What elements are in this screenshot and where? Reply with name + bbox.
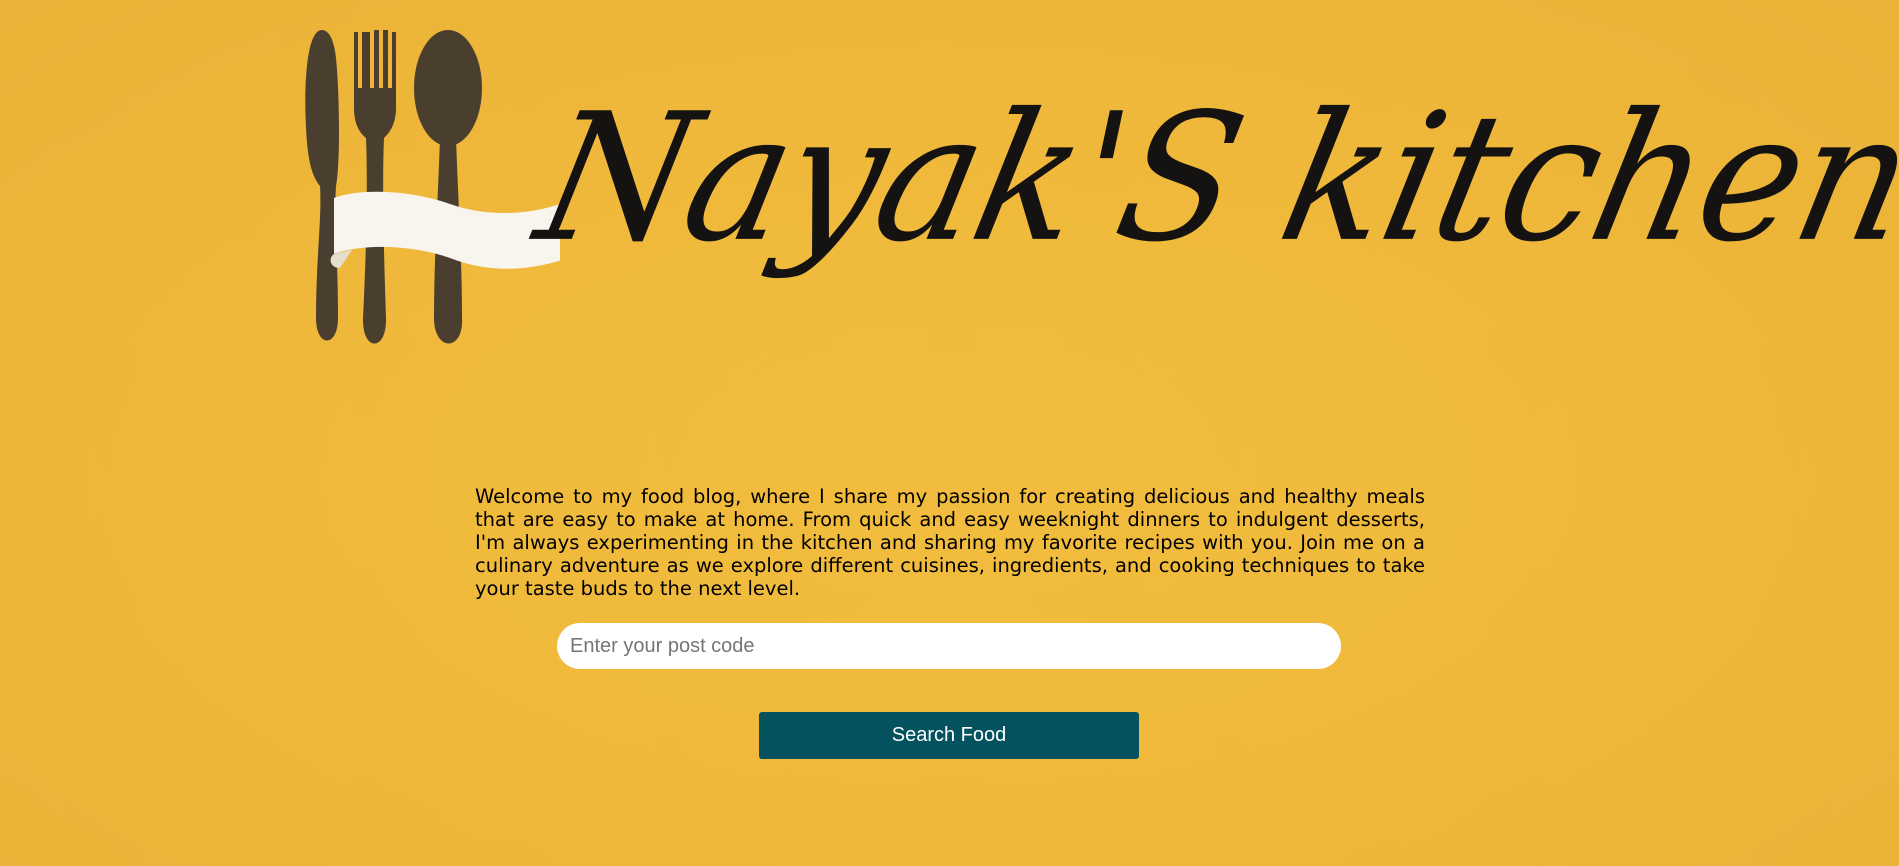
fork-icon	[354, 30, 396, 344]
knife-icon	[305, 30, 339, 341]
intro-paragraph: Welcome to my food blog, where I share m…	[475, 485, 1425, 600]
site-logo: Nayak'S kitchen	[300, 18, 1899, 358]
spoon-icon	[414, 30, 482, 344]
brand-logo-text: Nayak'S kitchen	[523, 75, 1899, 281]
search-food-button[interactable]: Search Food	[759, 712, 1139, 759]
postcode-input[interactable]	[557, 623, 1341, 669]
